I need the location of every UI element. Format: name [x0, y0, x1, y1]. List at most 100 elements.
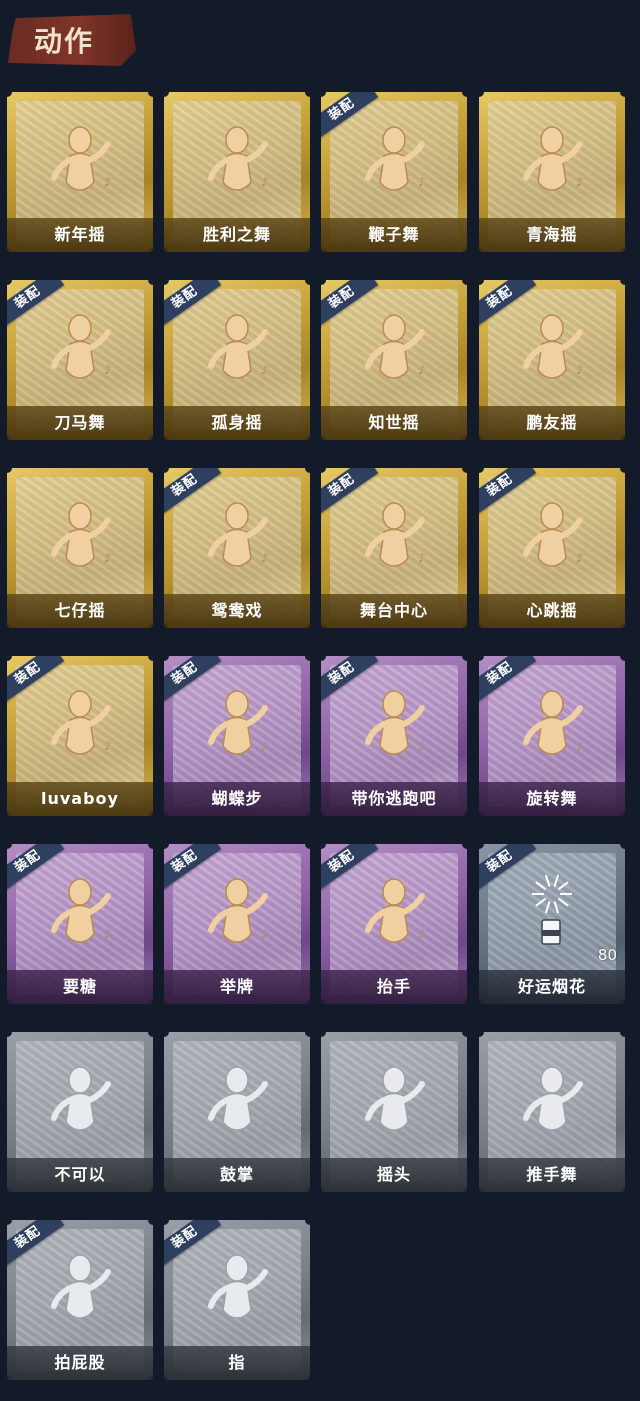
card-label: 刀马舞	[7, 406, 153, 440]
svg-text:♪: ♪	[104, 927, 112, 941]
card-label: 拍屁股	[7, 1346, 153, 1380]
card-label: 鞭子舞	[321, 218, 467, 252]
svg-text:♪: ♪	[261, 1115, 269, 1129]
dance-figure-icon: ♪	[354, 684, 434, 764]
dance-figure-icon: ♪	[197, 308, 277, 388]
svg-text:♪: ♪	[261, 739, 269, 753]
action-card[interactable]: ♪ 新年摇	[7, 92, 153, 252]
dance-figure-icon: ♪	[40, 308, 120, 388]
shake-head-icon: ♪	[354, 1060, 434, 1140]
dance-figure-icon: ♪	[40, 120, 120, 200]
push-hand-icon: ♪	[512, 1060, 592, 1140]
spin-dance-icon: ♪	[512, 684, 592, 764]
action-card[interactable]: 80 好运烟花 装配	[479, 844, 625, 1004]
card-label: 七仔摇	[7, 594, 153, 628]
action-card[interactable]: ♪ 推手舞	[479, 1032, 625, 1192]
action-card[interactable]: ♪ 鹏友摇 装配	[479, 280, 625, 440]
dance-figure-icon: ♪	[40, 684, 120, 764]
card-label: 知世摇	[321, 406, 467, 440]
dance-figure-icon: ♪	[197, 496, 277, 576]
svg-text:♪: ♪	[576, 1115, 584, 1129]
action-card[interactable]: ♪ 刀马舞 装配	[7, 280, 153, 440]
action-card[interactable]: ♪ 要糖 装配	[7, 844, 153, 1004]
svg-text:♪: ♪	[418, 175, 426, 189]
action-card[interactable]: ♪ 摇头	[321, 1032, 467, 1192]
dance-figure-icon: ♪	[354, 496, 434, 576]
action-card[interactable]: ♪ 鞭子舞 装配	[321, 92, 467, 252]
svg-text:♪: ♪	[104, 739, 112, 753]
card-label: 鼓掌	[164, 1158, 310, 1192]
action-card[interactable]: ♪ 孤身摇 装配	[164, 280, 310, 440]
card-label: 指	[164, 1346, 310, 1380]
svg-text:♪: ♪	[104, 1115, 112, 1129]
svg-text:♪: ♪	[418, 739, 426, 753]
action-card[interactable]: ♪ 不可以	[7, 1032, 153, 1192]
svg-text:♪: ♪	[418, 551, 426, 565]
hold-sign-icon: ♪	[197, 872, 277, 952]
action-card[interactable]: ♪ 心跳摇 装配	[479, 468, 625, 628]
action-card[interactable]: ♪ 举牌 装配	[164, 844, 310, 1004]
action-card[interactable]: ♪ 鼓掌	[164, 1032, 310, 1192]
action-card[interactable]: ♪ luvaboy 装配	[7, 656, 153, 816]
card-label: 抬手	[321, 970, 467, 1004]
dance-figure-icon: ♪	[354, 308, 434, 388]
card-label: 举牌	[164, 970, 310, 1004]
card-label: 蝴蝶步	[164, 782, 310, 816]
svg-text:♪: ♪	[576, 551, 584, 565]
finger-no-icon: ♪	[40, 1060, 120, 1140]
action-card[interactable]: ♪ 指装配	[164, 1220, 310, 1380]
svg-text:♪: ♪	[261, 175, 269, 189]
action-card[interactable]: ♪ 青海摇	[479, 92, 625, 252]
card-label: 好运烟花	[479, 970, 625, 1004]
svg-text:♪: ♪	[261, 927, 269, 941]
action-grid: ♪ 新年摇 ♪ 胜利之舞 ♪ 鞭子舞 装配 ♪ 青海摇 ♪ 刀马舞 装配 ♪ 孤身摇 装配 ♪ 知世摇 装配 ♪ 鹏友…	[0, 0, 640, 1401]
card-label: 心跳摇	[479, 594, 625, 628]
firework-icon	[512, 872, 592, 952]
svg-text:♪: ♪	[104, 175, 112, 189]
point-icon: ♪	[197, 1248, 277, 1328]
dance-figure-icon: ♪	[512, 496, 592, 576]
item-quantity: 80	[597, 946, 617, 964]
clap-icon: ♪	[197, 1060, 277, 1140]
ask-candy-icon: ♪	[40, 872, 120, 952]
victory-dance-icon: ♪	[197, 120, 277, 200]
svg-text:♪: ♪	[418, 363, 426, 377]
action-card[interactable]: ♪ 旋转舞 装配	[479, 656, 625, 816]
card-label: 胜利之舞	[164, 218, 310, 252]
slap-butt-icon: ♪	[40, 1248, 120, 1328]
svg-text:♪: ♪	[576, 363, 584, 377]
card-label: 舞台中心	[321, 594, 467, 628]
card-label: 要糖	[7, 970, 153, 1004]
dance-figure-icon: ♪	[512, 120, 592, 200]
action-card[interactable]: ♪ 拍屁股 装配	[7, 1220, 153, 1380]
card-label: 带你逃跑吧	[321, 782, 467, 816]
action-card[interactable]: ♪ 胜利之舞	[164, 92, 310, 252]
action-card[interactable]: ♪ 知世摇 装配	[321, 280, 467, 440]
butterfly-step-icon: ♪	[197, 684, 277, 764]
svg-text:♪: ♪	[261, 1303, 269, 1317]
whip-dance-icon: ♪	[354, 120, 434, 200]
card-label: 新年摇	[7, 218, 153, 252]
action-card[interactable]: ♪ 鸳鸯戏 装配	[164, 468, 310, 628]
svg-text:♪: ♪	[104, 363, 112, 377]
svg-text:♪: ♪	[261, 363, 269, 377]
action-card[interactable]: ♪ 七仔摇	[7, 468, 153, 628]
card-label: 青海摇	[479, 218, 625, 252]
action-card[interactable]: ♪ 抬手 装配	[321, 844, 467, 1004]
action-card[interactable]: ♪ 带你逃跑吧 装配	[321, 656, 467, 816]
card-label: 摇头	[321, 1158, 467, 1192]
dance-figure-icon: ♪	[512, 308, 592, 388]
card-label: 旋转舞	[479, 782, 625, 816]
action-card[interactable]: ♪ 蝴蝶步 装配	[164, 656, 310, 816]
raise-hand-icon: ♪	[354, 872, 434, 952]
action-card[interactable]: ♪ 舞台中心 装配	[321, 468, 467, 628]
svg-text:♪: ♪	[261, 551, 269, 565]
card-label: 不可以	[7, 1158, 153, 1192]
svg-text:♪: ♪	[418, 927, 426, 941]
card-label: 鸳鸯戏	[164, 594, 310, 628]
svg-text:♪: ♪	[576, 175, 584, 189]
svg-text:♪: ♪	[576, 739, 584, 753]
svg-text:♪: ♪	[104, 1303, 112, 1317]
card-label: luvaboy	[7, 782, 153, 816]
svg-text:♪: ♪	[104, 551, 112, 565]
